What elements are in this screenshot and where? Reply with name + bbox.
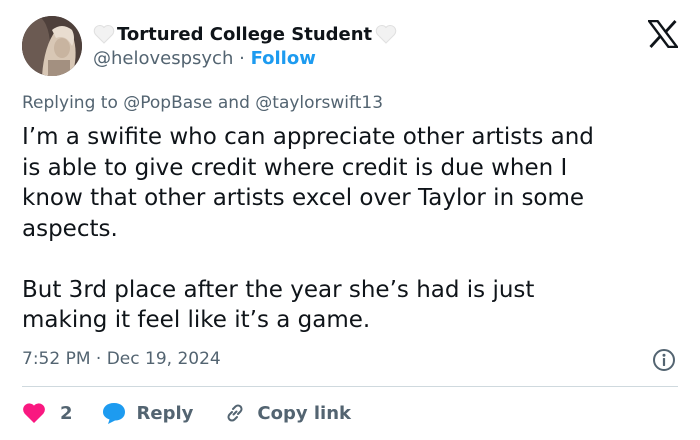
- tweet-text: I’m a swifite who can appreciate other a…: [22, 124, 594, 333]
- tweet-timestamp[interactable]: 7:52 PM · Dec 19, 2024: [22, 349, 221, 369]
- avatar[interactable]: [22, 16, 82, 76]
- divider: [22, 386, 678, 387]
- reply-button[interactable]: Reply: [101, 401, 194, 425]
- heart-icon: [23, 403, 45, 423]
- reply-bubble-icon: [102, 403, 125, 424]
- link-icon: [227, 404, 243, 422]
- reply-context-prefix: Replying to: [22, 93, 118, 113]
- copy-link-label: Copy link: [257, 402, 351, 424]
- author-handle-row: @helovespsych · Follow: [93, 48, 316, 69]
- follow-button[interactable]: Follow: [251, 48, 316, 69]
- author-handle[interactable]: @helovespsych: [93, 48, 233, 69]
- tweet-card: Tortured College Student @helovespsych ·…: [0, 0, 700, 440]
- white-heart-icon: [93, 24, 115, 44]
- mention-taylorswift13[interactable]: @taylorswift13: [255, 93, 383, 113]
- handle-separator: ·: [239, 48, 245, 69]
- like-button[interactable]: 2: [22, 402, 73, 424]
- tweet-actions: 2 Reply Copy link: [22, 398, 351, 428]
- copy-link-button[interactable]: Copy link: [223, 401, 351, 425]
- like-count: 2: [60, 402, 73, 424]
- reply-context-conjunction: and: [217, 93, 250, 113]
- reply-label: Reply: [136, 402, 194, 424]
- x-logo-icon[interactable]: [646, 19, 680, 49]
- author-display-name[interactable]: Tortured College Student: [117, 24, 372, 45]
- info-icon[interactable]: [652, 348, 676, 372]
- white-heart-icon: [375, 24, 397, 44]
- reply-context: Replying to @PopBase and @taylorswift13: [22, 93, 383, 113]
- author-name-row: Tortured College Student: [93, 22, 397, 46]
- mention-popbase[interactable]: @PopBase: [123, 93, 212, 113]
